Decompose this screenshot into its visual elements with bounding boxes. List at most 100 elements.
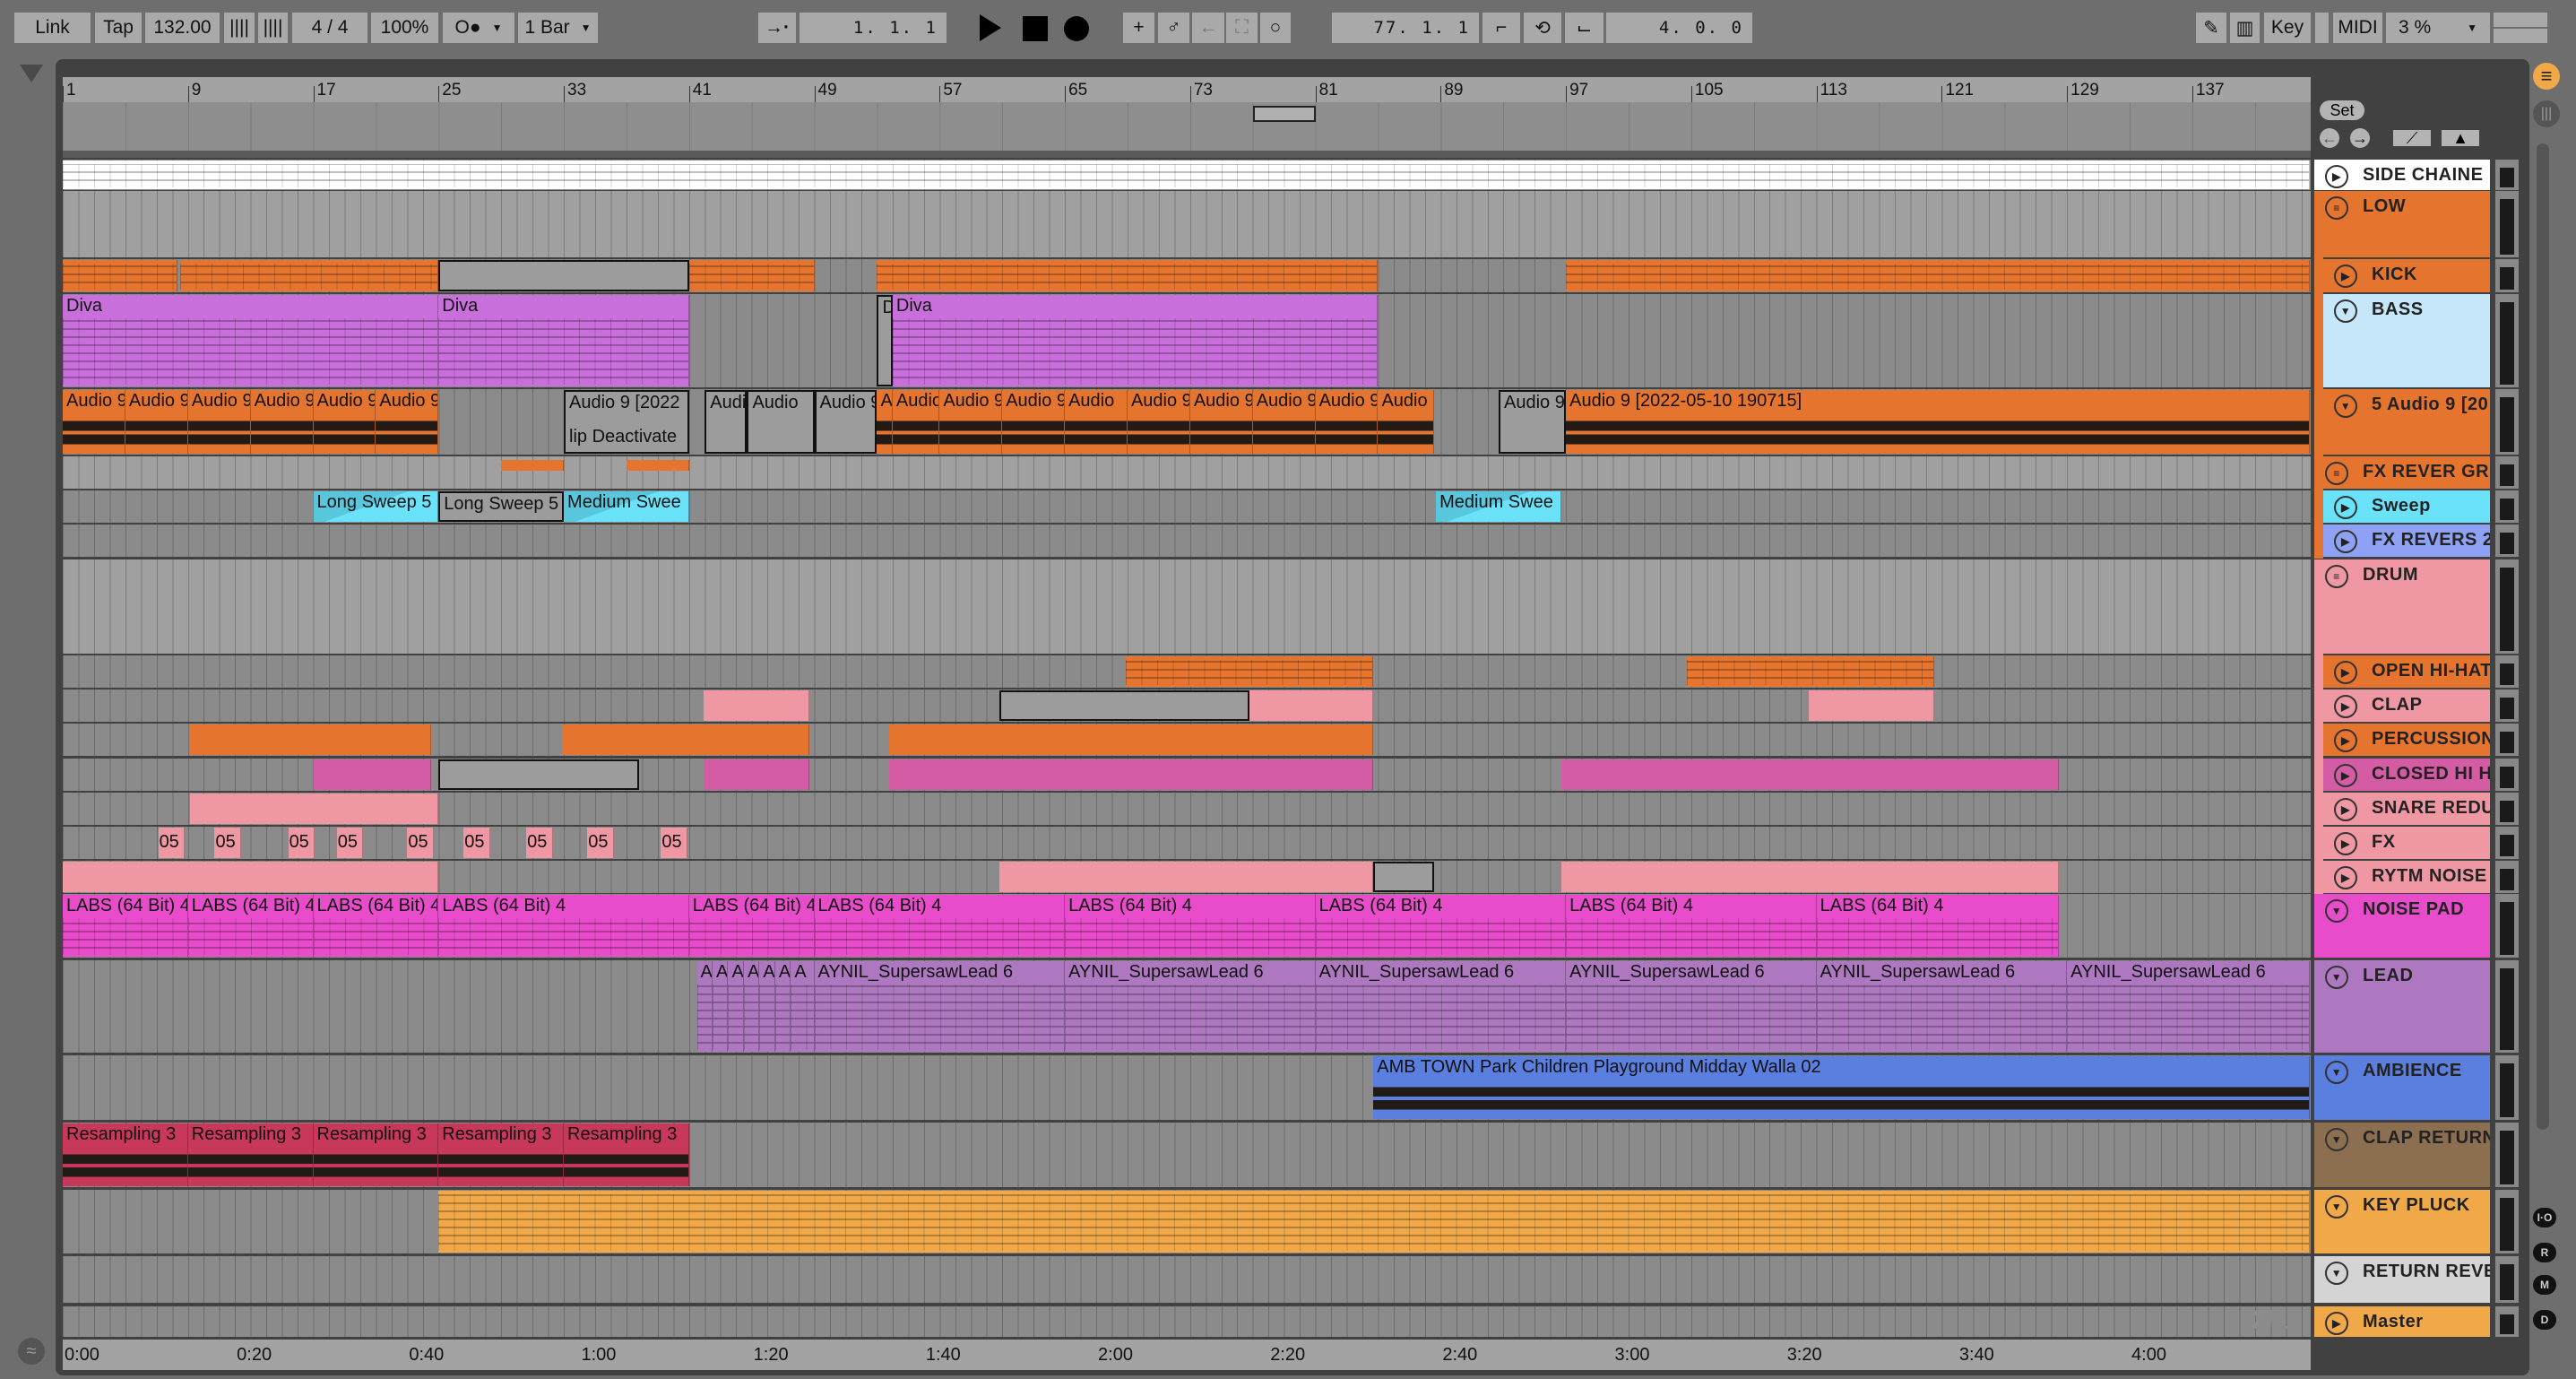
clip[interactable]: A [713,961,729,1052]
track-header-5-audio-9-20[interactable]: ▼ 5 Audio 9 [20 [2323,389,2490,455]
clip[interactable]: LABS (64 Bit) 4 [1566,895,1817,957]
clip[interactable]: A [791,961,815,1052]
track-name[interactable]: PERCUSSION [2372,729,2490,750]
clip[interactable] [63,260,177,291]
clip[interactable]: Medium Swee [564,491,689,522]
fold-circle-icon[interactable]: ▼ [2325,966,2348,989]
clip[interactable] [1808,690,1934,721]
track-header-fx[interactable]: ▶ FX [2323,827,2490,859]
track-lane-key-pluck[interactable] [63,1190,2311,1253]
track-header-fx-rever-gro[interactable]: ≡ FX REVER GRO [2314,456,2490,489]
play-circle-icon[interactable]: ▶ [2325,165,2348,188]
clip[interactable]: Resampling 3 [187,1123,314,1186]
punch-in-button[interactable]: ⌐ [1482,13,1520,43]
clip[interactable] [189,724,431,755]
track-lane-return-reve[interactable] [63,1256,2311,1303]
track-lane-rytm-noise[interactable] [63,861,2311,893]
clip[interactable]: AYNIL_SupersawLead 6 [1315,961,1567,1052]
clip[interactable]: Audio 9 [250,390,314,454]
track-header-key-pluck[interactable]: ▼ KEY PLUCK [2314,1190,2490,1253]
stop-button[interactable] [1023,16,1048,41]
track-header-fx-revers-2[interactable]: ▶ FX REVERS 2 [2323,525,2490,557]
track-lane-open-hi-hat[interactable] [63,655,2311,688]
track-header-master[interactable]: ▶ Master [2314,1306,2490,1337]
tempo-field[interactable]: 132.00 [145,13,220,43]
clip[interactable] [438,1191,2310,1253]
capture-button[interactable]: ⛶ [1226,13,1258,43]
clip[interactable]: LABS (64 Bit) 4 [313,895,439,957]
clip[interactable]: Audio 9 [1127,390,1190,454]
clip[interactable] [1566,260,2310,291]
group-icon[interactable]: ≡ [2325,565,2348,588]
play-circle-icon[interactable]: ▶ [2334,832,2357,855]
clip[interactable] [626,460,689,471]
clip[interactable]: LABS (64 Bit) 4 [63,895,188,957]
clip[interactable]: Audio 9 [814,390,877,454]
track-name[interactable]: KICK [2372,265,2417,285]
play-circle-icon[interactable]: ▶ [2334,265,2357,288]
loop-switch-button[interactable]: ⟲ [1524,13,1561,43]
draw-mode-button[interactable]: ✎ [2196,13,2226,43]
quantize-menu[interactable]: 1 Bar ▼ [518,13,598,43]
track-lane-master[interactable] [63,1306,2311,1337]
clip[interactable]: A [877,390,893,454]
track-name[interactable]: NOISE PAD [2363,899,2464,920]
metronome-button[interactable]: O● ▼ [443,13,514,43]
track-lane-clap[interactable] [63,690,2311,722]
play-circle-icon[interactable]: ▶ [2325,1312,2348,1335]
clip[interactable]: 05 [463,828,490,858]
lock-envelopes-button[interactable]: ▲ [2442,129,2479,147]
clip[interactable]: AMB TOWN Park Children Playground Midday… [1373,1056,2310,1119]
clip[interactable]: Resampling 3 [564,1123,689,1186]
session-record-button[interactable]: ○ [1260,13,1291,43]
track-name[interactable]: LOW [2363,196,2406,217]
previous-locator-button[interactable]: ← [2320,128,2339,148]
track-header-ambience[interactable]: ▼ AMBIENCE [2314,1055,2490,1120]
track-lane-fx-revers-2[interactable] [63,525,2311,557]
clip[interactable]: 05 [526,828,553,858]
clip[interactable]: LABS (64 Bit) 4 [438,895,689,957]
play-button[interactable] [980,14,1001,41]
fold-circle-icon[interactable]: ▼ [2325,1128,2348,1151]
track-lane-sweep[interactable]: Long Sweep 5 Long Sweep 5 Medium Swee Mediu… [63,490,2311,523]
vertical-scrollbar[interactable] [2537,143,2549,1130]
track-header-side-chaine[interactable]: ▶ SIDE CHAINE [2314,160,2490,190]
clip[interactable]: LABS (64 Bit) 4 [1816,895,2060,957]
clip[interactable] [63,160,2310,189]
nudge-up-button[interactable]: |||| [258,13,288,43]
track-header-kick[interactable]: ▶ KICK [2323,259,2490,292]
clip[interactable]: D [877,295,893,386]
hide-browser-icon[interactable] [20,65,43,82]
clip[interactable]: A [759,961,775,1052]
back-to-arrangement-button[interactable]: ← [1192,13,1224,43]
clip[interactable]: Audio 9 [1252,390,1316,454]
automation-mode-button[interactable]: ⟋ [2393,129,2431,147]
clip[interactable]: Resampling 3 [438,1123,565,1186]
loop-start-field[interactable]: 77. 1. 1 [1332,13,1479,43]
clip[interactable]: Medium Swee [1436,491,1561,522]
mixer-toggle-icon[interactable]: ||| [2533,100,2560,127]
clip[interactable]: A [774,961,791,1052]
play-circle-icon[interactable]: ▶ [2334,866,2357,889]
clip[interactable] [1560,759,2060,790]
clip[interactable]: Audio 9 [1002,390,1066,454]
overdub-button[interactable]: + [1123,13,1154,43]
track-header-clap-return[interactable]: ▼ CLAP RETURN [2314,1123,2490,1187]
clip[interactable] [688,260,815,291]
track-name[interactable]: OPEN HI-HAT [2372,661,2490,681]
play-circle-icon[interactable]: ▶ [2334,496,2357,519]
fold-circle-icon[interactable]: ▼ [2325,1262,2348,1285]
track-header-rytm-noise[interactable]: ▶ RYTM NOISE [2323,861,2490,893]
clip[interactable] [1126,656,1374,687]
clip[interactable]: Audio 9 [1189,390,1253,454]
clip[interactable]: Long Sweep 5 [438,491,565,522]
clip[interactable]: A [743,961,760,1052]
clip[interactable] [1373,862,1435,892]
tap-tempo-button[interactable]: Tap [95,13,142,43]
track-lane-lead[interactable]: A A A A A A A AYNIL_SupersawLead 6 AYNIL_Supersa… [63,960,2311,1053]
time-signature-field[interactable]: 4 / 4 [292,13,367,43]
clip[interactable]: AYNIL_SupersawLead 6 [1065,961,1316,1052]
clip[interactable]: Diva [63,295,439,386]
clip[interactable]: A [696,961,713,1052]
nudge-down-button[interactable]: |||| [224,13,255,43]
